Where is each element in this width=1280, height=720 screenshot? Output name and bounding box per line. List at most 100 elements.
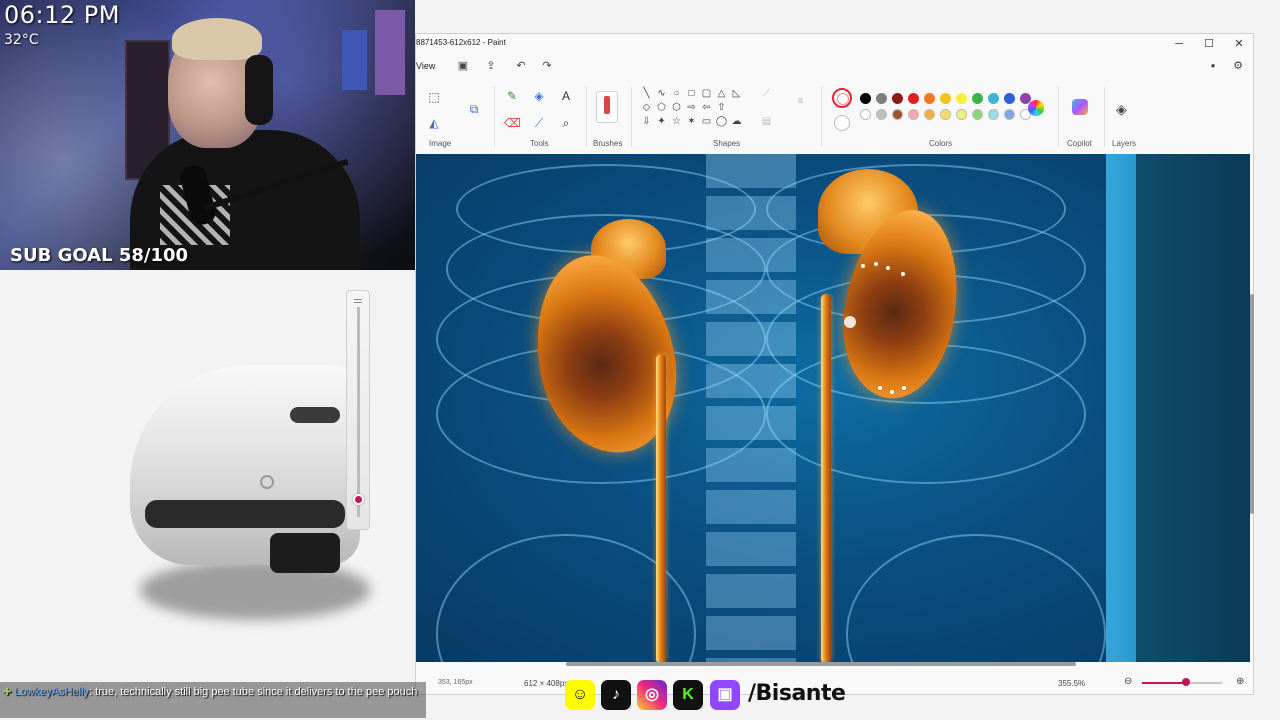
color-swatch[interactable] bbox=[924, 109, 935, 120]
zoom-slider[interactable] bbox=[1142, 678, 1222, 686]
star4-shape-icon[interactable]: ✦ bbox=[655, 115, 668, 128]
maximize-button[interactable]: ☐ bbox=[1194, 35, 1224, 53]
primary-color[interactable] bbox=[832, 88, 852, 108]
minimize-button[interactable]: ─ bbox=[1164, 35, 1194, 53]
drawing-canvas[interactable] bbox=[416, 154, 1250, 662]
chat-badge-icon: ✚ bbox=[3, 687, 12, 698]
social-bar: ☺ ♪ ◎ K ▣ /Bisante bbox=[565, 678, 855, 712]
pencil-icon[interactable]: ✎ bbox=[504, 88, 520, 104]
color-swatch[interactable] bbox=[956, 109, 967, 120]
edit-colors-icon[interactable] bbox=[1028, 100, 1044, 116]
fill-icon[interactable]: ◈ bbox=[531, 88, 547, 104]
vertical-scrollbar[interactable] bbox=[1250, 294, 1254, 514]
snapchat-icon: ☺ bbox=[565, 680, 595, 710]
star5-shape-icon[interactable]: ☆ bbox=[670, 115, 683, 128]
zoom-out-icon[interactable]: ⊖ bbox=[1124, 676, 1132, 687]
outline-icon[interactable]: ⟋ bbox=[760, 87, 773, 100]
group-label-copilot: Copilot bbox=[1067, 139, 1092, 148]
right-triangle-shape-icon[interactable]: ◺ bbox=[730, 87, 743, 100]
color-swatch[interactable] bbox=[940, 109, 951, 120]
group-label-shapes: Shapes bbox=[713, 139, 741, 148]
star6-shape-icon[interactable]: ✶ bbox=[685, 115, 698, 128]
group-label-image: Image bbox=[429, 139, 452, 148]
color-swatch[interactable] bbox=[892, 109, 903, 120]
secondary-color[interactable] bbox=[834, 115, 850, 131]
color-swatch[interactable] bbox=[860, 93, 871, 104]
undo-icon[interactable]: ↶ bbox=[514, 59, 528, 73]
arrow-right-shape-icon[interactable]: ⇨ bbox=[685, 101, 698, 114]
layers-icon[interactable]: ◈ bbox=[1116, 101, 1127, 118]
window-title: 8871453-612x612 - Paint bbox=[416, 38, 506, 47]
group-label-brushes: Brushes bbox=[593, 139, 623, 148]
cursor-position: 353, 165px bbox=[438, 679, 473, 686]
color-swatch[interactable] bbox=[860, 109, 871, 120]
color-swatch[interactable] bbox=[876, 93, 887, 104]
kick-icon: K bbox=[673, 680, 703, 710]
social-handle: /Bisante bbox=[748, 681, 846, 706]
menu-view[interactable]: View bbox=[416, 61, 435, 71]
color-swatch[interactable] bbox=[908, 93, 919, 104]
color-swatch[interactable] bbox=[972, 109, 983, 120]
size-icon[interactable]: ≡ bbox=[794, 95, 807, 108]
color-swatch[interactable] bbox=[876, 109, 887, 120]
color-swatch[interactable] bbox=[924, 93, 935, 104]
hexagon-shape-icon[interactable]: ⬡ bbox=[670, 101, 683, 114]
triangle-shape-icon[interactable]: △ bbox=[715, 87, 728, 100]
twitch-icon: ▣ bbox=[710, 680, 740, 710]
car-image bbox=[120, 325, 370, 625]
color-swatch[interactable] bbox=[988, 109, 999, 120]
rotate-icon[interactable]: ◭ bbox=[426, 115, 442, 131]
redo-icon[interactable]: ↷ bbox=[540, 59, 554, 73]
curve-shape-icon[interactable]: ∿ bbox=[655, 87, 668, 100]
color-swatch[interactable] bbox=[892, 93, 903, 104]
save-icon[interactable]: ▣ bbox=[456, 59, 470, 73]
rectangle-shape-icon[interactable]: □ bbox=[685, 87, 698, 100]
instagram-icon: ◎ bbox=[637, 680, 667, 710]
pentagon-shape-icon[interactable]: ⬠ bbox=[655, 101, 668, 114]
magnifier-icon[interactable]: ⌕ bbox=[558, 115, 574, 131]
color-swatch[interactable] bbox=[1004, 93, 1015, 104]
color-swatch[interactable] bbox=[940, 93, 951, 104]
callout-shape-icon[interactable]: ▭ bbox=[700, 115, 713, 128]
zoom-in-icon[interactable]: ⊕ bbox=[1236, 676, 1244, 687]
brush-size-knob[interactable] bbox=[353, 494, 364, 506]
color-swatch[interactable] bbox=[908, 109, 919, 120]
title-bar[interactable]: 8871453-612x612 - Paint ─ ☐ ✕ bbox=[416, 34, 1255, 54]
line-shape-icon[interactable]: ╲ bbox=[640, 87, 653, 100]
diamond-shape-icon[interactable]: ◇ bbox=[640, 101, 653, 114]
crop-icon[interactable]: ⧉ bbox=[466, 101, 482, 117]
stream-scene: 8871453-612x612 - Paint ─ ☐ ✕ View ▣ ⇪ ↶… bbox=[0, 0, 1280, 720]
zoom-slider-thumb[interactable] bbox=[1182, 678, 1190, 686]
brush-cursor bbox=[844, 316, 856, 328]
arrow-down-shape-icon[interactable]: ⇩ bbox=[640, 115, 653, 128]
canvas-dimensions: 612 × 408px bbox=[524, 679, 569, 688]
rounded-rect-shape-icon[interactable]: ▢ bbox=[700, 87, 713, 100]
text-icon[interactable]: A bbox=[558, 88, 574, 104]
select-icon[interactable]: ⬚ bbox=[426, 89, 442, 105]
color-swatch[interactable] bbox=[988, 93, 999, 104]
horizontal-scrollbar[interactable] bbox=[566, 662, 1076, 666]
arrow-left-shape-icon[interactable]: ⇦ bbox=[700, 101, 713, 114]
fill-style-icon[interactable]: ▤ bbox=[760, 115, 773, 128]
color-swatch[interactable] bbox=[956, 93, 967, 104]
chat-text: : true, technically still big pee tube s… bbox=[89, 686, 418, 698]
copilot-icon[interactable] bbox=[1072, 99, 1088, 115]
brush-size-slider[interactable] bbox=[346, 290, 370, 530]
eraser-icon[interactable]: ⌫ bbox=[504, 115, 521, 131]
ribbon: ⬚ ⧉ ◭ Image ✎ ◈ A ⌫ ⟋ ⌕ Tools Brushes ╲ … bbox=[416, 79, 1255, 153]
zoom-value[interactable]: 355.5% bbox=[1058, 679, 1085, 688]
cloud-callout-shape-icon[interactable]: ☁ bbox=[730, 115, 743, 128]
arrow-up-shape-icon[interactable]: ⇧ bbox=[715, 101, 728, 114]
color-swatch[interactable] bbox=[972, 93, 983, 104]
close-button[interactable]: ✕ bbox=[1224, 35, 1254, 53]
oval-callout-shape-icon[interactable]: ◯ bbox=[715, 115, 728, 128]
share-icon[interactable]: ⇪ bbox=[484, 59, 498, 73]
account-icon[interactable]: ● bbox=[1206, 59, 1220, 73]
color-picker-icon[interactable]: ⟋ bbox=[531, 115, 547, 131]
right-ureter bbox=[821, 294, 831, 662]
brush-button[interactable] bbox=[596, 91, 618, 123]
color-swatch[interactable] bbox=[1004, 109, 1015, 120]
settings-icon[interactable]: ⚙ bbox=[1231, 59, 1245, 73]
oval-shape-icon[interactable]: ○ bbox=[670, 87, 683, 100]
quick-access-bar: View ▣ ⇪ ↶ ↷ ● ⚙ bbox=[416, 56, 1255, 76]
